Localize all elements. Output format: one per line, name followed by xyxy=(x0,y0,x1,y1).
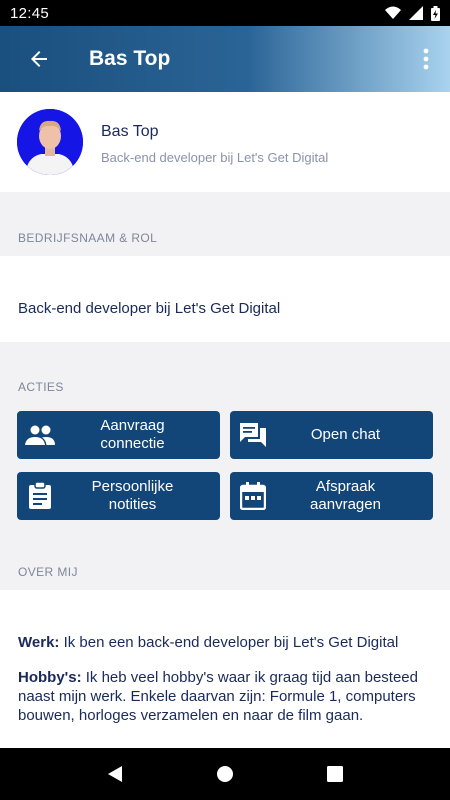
signal-icon xyxy=(409,6,423,20)
open-chat-button[interactable]: Open chat xyxy=(230,411,433,459)
status-icons xyxy=(385,5,440,21)
work-label: Werk: xyxy=(18,634,60,651)
about-card: Werk: Ik ben een back-end developer bij … xyxy=(0,590,450,748)
clipboard-icon xyxy=(17,482,63,510)
system-nav-bar xyxy=(0,748,450,800)
actions-section-header: ACTIES xyxy=(18,380,64,394)
work-text: Ik ben een back-end developer bij Let's … xyxy=(59,634,399,651)
nav-home-button[interactable] xyxy=(205,754,245,794)
profile-card: Bas Top Back-end developer bij Let's Get… xyxy=(0,92,450,192)
personal-notes-button[interactable]: Persoonlijke notities xyxy=(17,472,220,520)
triangle-back-icon xyxy=(108,766,122,782)
people-icon xyxy=(17,424,63,446)
request-connection-label: Aanvraag connectie xyxy=(100,417,165,452)
profile-name: Bas Top xyxy=(101,123,159,140)
avatar xyxy=(17,109,83,175)
profile-subtitle: Back-end developer bij Let's Get Digital xyxy=(101,150,329,165)
hobby-label: Hobby's: xyxy=(18,669,82,686)
calendar-icon xyxy=(230,482,276,510)
status-bar: 12:45 xyxy=(0,0,450,26)
circle-home-icon xyxy=(217,766,233,782)
actions-grid: Aanvraag connectie Open chat Persoonlijke… xyxy=(0,405,450,525)
request-appointment-button[interactable]: Afspraak aanvragen xyxy=(230,472,433,520)
nav-back-button[interactable] xyxy=(95,754,135,794)
company-card: Back-end developer bij Let's Get Digital xyxy=(0,256,450,342)
battery-icon xyxy=(431,5,440,21)
more-vertical-icon xyxy=(423,48,429,70)
wifi-icon xyxy=(385,6,401,19)
back-button[interactable] xyxy=(0,26,78,92)
work-paragraph: Werk: Ik ben een back-end developer bij … xyxy=(18,633,433,652)
status-time: 12:45 xyxy=(10,4,50,22)
overflow-menu-button[interactable] xyxy=(402,26,450,92)
chat-icon xyxy=(230,421,276,449)
page-title: Bas Top xyxy=(89,47,171,70)
about-section-header: OVER MIJ xyxy=(18,565,78,579)
company-role-text: Back-end developer bij Let's Get Digital xyxy=(18,300,281,317)
profile-photo xyxy=(17,109,83,175)
app-bar: Bas Top xyxy=(0,26,450,92)
arrow-back-icon xyxy=(31,51,47,67)
square-recents-icon xyxy=(327,766,343,782)
personal-notes-label: Persoonlijke notities xyxy=(91,478,174,513)
nav-recents-button[interactable] xyxy=(315,754,355,794)
open-chat-label: Open chat xyxy=(310,426,381,443)
request-connection-button[interactable]: Aanvraag connectie xyxy=(17,411,220,459)
company-section-header: BEDRIJFSNAAM & ROL xyxy=(18,231,158,245)
request-appointment-label: Afspraak aanvragen xyxy=(310,478,381,513)
hobby-paragraph: Hobby's: Ik heb veel hobby's waar ik gra… xyxy=(18,668,433,725)
